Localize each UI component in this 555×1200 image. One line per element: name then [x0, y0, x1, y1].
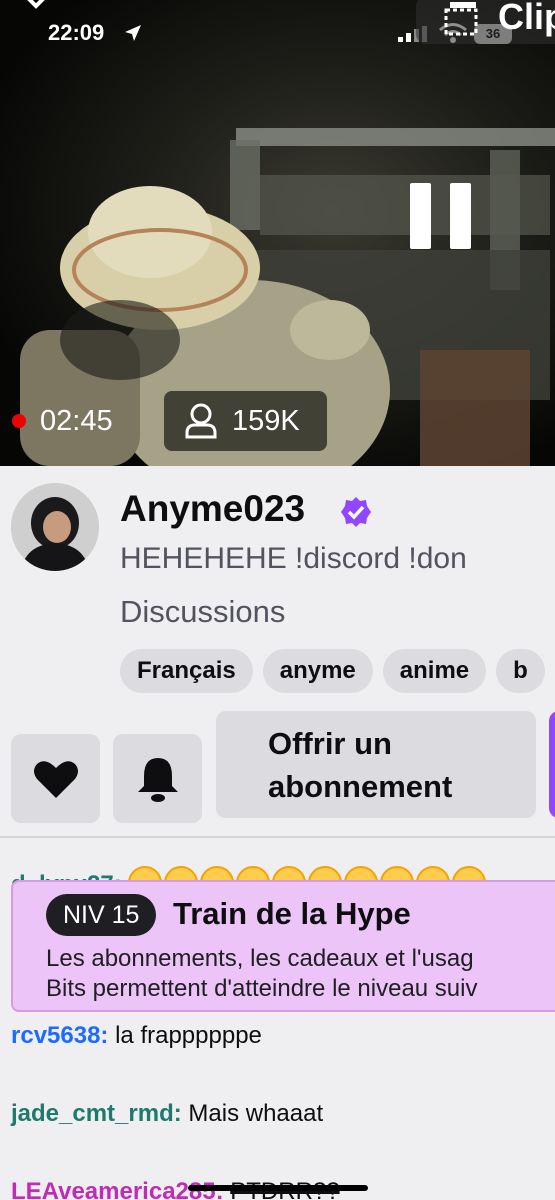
location-arrow-icon	[125, 25, 141, 41]
status-time: 22:09	[48, 20, 105, 45]
tag-chip[interactable]: anime	[382, 649, 487, 693]
chat-username[interactable]: jade_cmt_rmd:	[11, 1100, 182, 1127]
clip-icon	[444, 2, 478, 36]
clip-label: Clip	[498, 0, 555, 37]
hype-train-description: Les abonnements, les cadeaux et l'usag B…	[46, 945, 478, 1002]
verified-icon	[341, 497, 371, 527]
chat-message: rcv5638: la frappppppe	[11, 1022, 262, 1050]
live-uptime: 02:45	[0, 392, 150, 450]
hype-train-banner[interactable]: NIV 15 Train de la Hype Les abonnements,…	[11, 880, 555, 1012]
stream-title: HEHEHEHE !discord !don	[120, 542, 467, 575]
subscribe-button[interactable]	[549, 711, 555, 818]
chevron-down-icon[interactable]	[18, 0, 54, 12]
viewer-count-chip: 159K	[164, 391, 327, 451]
tag-chip[interactable]: anyme	[262, 649, 373, 693]
divider	[0, 836, 555, 838]
tag-chip[interactable]: Français	[120, 649, 253, 693]
user-icon	[185, 403, 217, 439]
tag-chip[interactable]: b	[496, 649, 545, 693]
channel-name[interactable]: Anyme023	[120, 488, 305, 530]
gift-sub-label: Offrir un abonnement	[268, 725, 453, 804]
bell-icon	[137, 757, 178, 802]
hype-train-title: Train de la Hype	[173, 896, 411, 931]
pause-button[interactable]	[410, 183, 472, 249]
heart-icon	[33, 760, 78, 798]
category-link[interactable]: Discussions	[120, 594, 285, 630]
video-player[interactable]: 22:09 36 Clip 02:45	[0, 0, 555, 466]
hype-level-badge: NIV 15	[46, 894, 157, 936]
chat-username[interactable]: rcv5638:	[11, 1022, 108, 1049]
clip-button[interactable]: Clip	[416, 0, 555, 44]
avatar-image	[11, 483, 99, 571]
avatar[interactable]	[11, 483, 99, 571]
uptime: 02:45	[40, 404, 113, 437]
follow-button[interactable]	[11, 734, 100, 823]
live-dot	[12, 414, 26, 428]
notifications-button[interactable]	[113, 734, 202, 823]
home-indicator[interactable]	[188, 1185, 368, 1191]
gift-sub-button[interactable]: Offrir un abonnement	[216, 711, 536, 818]
tag-list: Français anyme anime b	[120, 649, 545, 693]
chat-message: jade_cmt_rmd: Mais whaaat	[11, 1100, 323, 1128]
chat-text: Mais whaaat	[188, 1100, 324, 1127]
viewer-count: 159K	[232, 404, 300, 437]
channel-info: Anyme023 HEHEHEHE !discord !don Discussi…	[0, 466, 555, 836]
chat-panel: d_lynx27: NIV 15 Train de la Hype Les ab…	[0, 836, 555, 1200]
pause-icon	[410, 183, 431, 249]
chat-text: la frappppppe	[115, 1022, 262, 1049]
